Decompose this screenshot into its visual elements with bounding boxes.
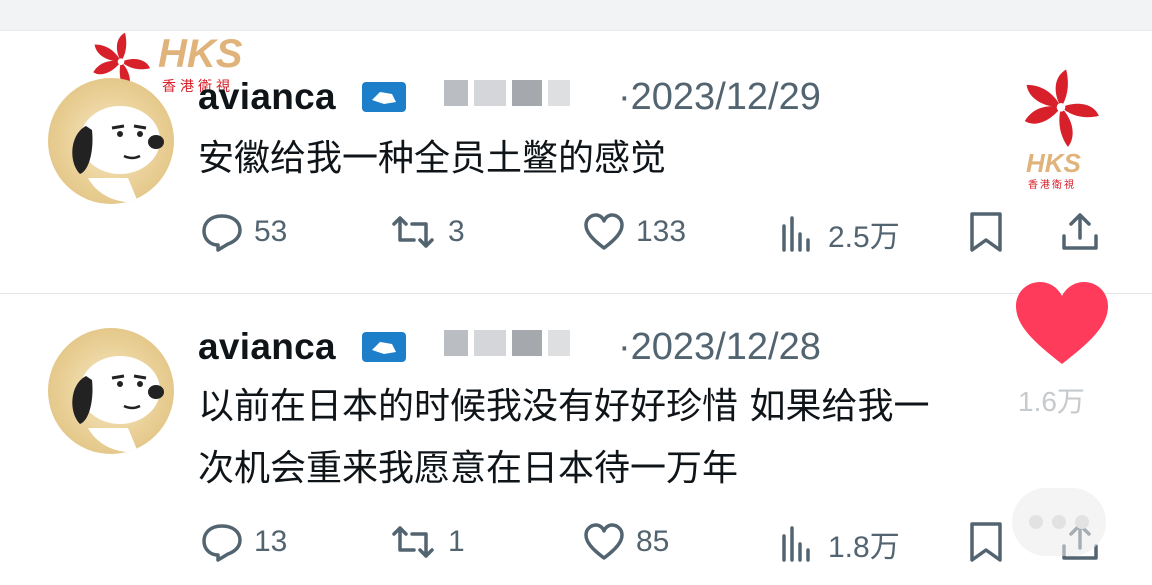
floating-like-count: 1.6万 [1018,386,1085,417]
verified-flag-icon [362,332,406,362]
reply-button[interactable]: 53 [200,212,287,252]
floating-like-button[interactable] [1012,278,1116,370]
views-button[interactable]: 1.8万 [778,522,900,566]
repost-icon [392,216,434,248]
tweet-text-line: 次机会重来我愿意在日本待一万年 [198,448,739,489]
share-button[interactable] [1058,210,1102,254]
blurred-handle [444,80,570,108]
snoopy-avatar-icon [72,356,164,453]
username[interactable]: avianca [198,326,336,368]
blurred-handle [444,330,570,358]
snoopy-avatar-icon [72,106,164,203]
views-chart-icon [782,216,810,252]
views-chart-icon [782,526,810,562]
tweet-item[interactable]: avianca ·2023/12/29 安徽给我一种全员土鳖的感觉 53 3 1… [0,30,1152,292]
post-date[interactable]: ·2023/12/28 [618,326,821,369]
share-icon [1062,213,1098,250]
bookmark-icon [970,522,1002,562]
repost-count: 3 [448,215,465,248]
like-button[interactable]: 133 [582,212,686,252]
tweet-text-line: 以前在日本的时候我没有好好珍惜 如果给我一 [198,386,930,427]
username[interactable]: avianca [198,76,336,118]
bookmark-button[interactable] [968,520,1004,564]
repost-button[interactable]: 3 [388,212,465,252]
views-button[interactable]: 2.5万 [778,212,900,256]
views-count: 1.8万 [828,531,900,564]
heart-icon [584,213,624,250]
like-count: 133 [636,215,687,248]
reply-count: 53 [254,215,288,248]
reply-button[interactable]: 13 [200,522,287,562]
repost-count: 1 [448,525,465,558]
more-dots-icon [1029,515,1089,529]
repost-button[interactable]: 1 [388,522,465,562]
bookmark-icon [970,212,1002,252]
reply-icon [202,214,242,252]
reply-icon [202,524,242,562]
avatar[interactable] [48,328,174,454]
heart-filled-icon [1016,282,1108,364]
tweet-text-line: 安徽给我一种全员土鳖的感觉 [198,138,667,179]
like-button[interactable]: 85 [582,522,669,562]
like-count: 85 [636,525,670,558]
verified-flag-icon [362,82,406,112]
repost-icon [392,526,434,558]
heart-icon [584,523,624,560]
floating-more-button[interactable] [1012,488,1106,556]
reply-count: 13 [254,525,288,558]
views-count: 2.5万 [828,221,900,254]
avatar[interactable] [48,78,174,204]
post-date[interactable]: ·2023/12/29 [618,76,821,119]
bookmark-button[interactable] [968,210,1004,254]
tweet-item[interactable]: avianca ·2023/12/28 以前在日本的时候我没有好好珍惜 如果给我… [0,294,1152,585]
top-bar [0,0,1152,31]
